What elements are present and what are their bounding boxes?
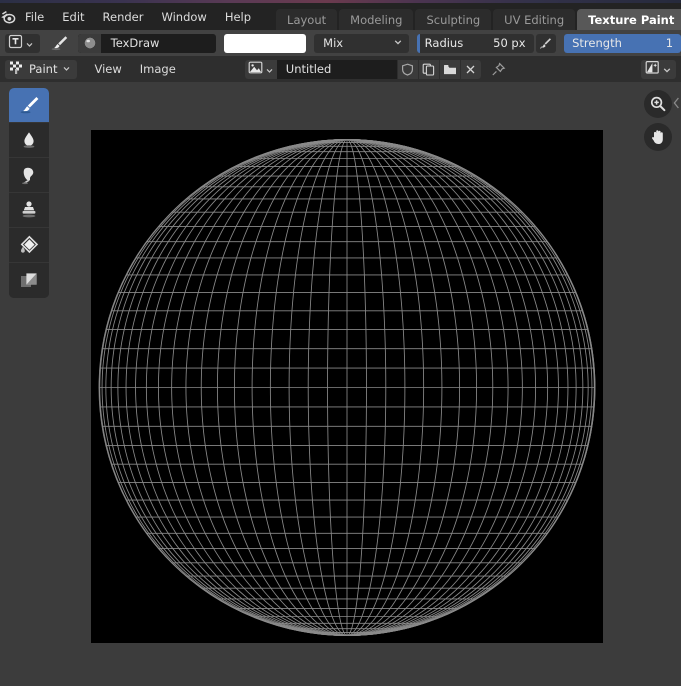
menu-render-label: Render — [102, 9, 144, 24]
workspace-tab-texture-paint-label: Texture Paint — [588, 12, 675, 27]
strength-value: 1 — [665, 36, 674, 50]
image-paint-canvas[interactable] — [91, 130, 603, 643]
paint-toolbar — [9, 88, 49, 298]
tool-soften[interactable] — [9, 123, 49, 158]
smear-icon — [22, 167, 34, 185]
radius-pressure-toggle[interactable] — [535, 33, 557, 53]
tool-mask[interactable] — [9, 263, 49, 298]
brush-color-swatch[interactable] — [223, 33, 307, 53]
menu-window[interactable]: Window — [152, 3, 215, 30]
folder-open-icon — [443, 64, 456, 74]
menu-image[interactable]: Image — [131, 60, 185, 79]
hand-icon — [652, 130, 663, 144]
droplet-icon — [23, 132, 35, 148]
radius-value: 50 px — [493, 36, 526, 50]
image-datablock: Untitled — [244, 59, 481, 79]
tool-clone[interactable] — [9, 193, 49, 228]
menu-image-label: Image — [139, 62, 176, 76]
chevron-down-icon — [265, 60, 274, 79]
display-channels-icon — [645, 60, 660, 79]
browse-image-icon — [248, 60, 263, 79]
menu-file-label: File — [25, 9, 45, 24]
strength-label: Strength — [572, 36, 622, 50]
tool-draw[interactable] — [9, 88, 49, 123]
menu-edit-label: Edit — [62, 9, 85, 24]
mask-icon — [21, 272, 37, 287]
chevron-down-icon — [62, 62, 71, 76]
radius-label: Radius — [424, 36, 464, 50]
paint-mode-label: Paint — [29, 62, 58, 76]
zoom-gizmo[interactable] — [644, 90, 672, 118]
workspace-tab-modeling-label: Modeling — [350, 12, 403, 27]
new-image-button[interactable] — [417, 59, 439, 79]
blend-mode-value: Mix — [323, 36, 344, 50]
brush-datablock[interactable]: TexDraw — [78, 33, 216, 53]
browse-image-button[interactable] — [244, 59, 277, 79]
chevron-down-icon — [662, 60, 672, 79]
tool-settings-bar: TexDraw Mix Radius 50 px Strength 1 — [0, 30, 681, 56]
image-editor-header: Paint View Image Untitled — [0, 56, 681, 82]
image-name-field[interactable]: Untitled — [276, 59, 397, 79]
tool-fill[interactable] — [9, 228, 49, 263]
top-bar: File Edit Render Window Help Layout Mode… — [0, 3, 681, 30]
viewport-gizmos — [644, 90, 672, 151]
chevron-down-icon — [393, 36, 403, 50]
workspace-tab-uv-editing[interactable]: UV Editing — [493, 9, 576, 30]
workspace-tab-sculpting[interactable]: Sculpting — [415, 9, 492, 30]
pressure-sensitivity-icon — [539, 38, 551, 49]
image-editor-main — [0, 82, 681, 686]
brush-name-field[interactable]: TexDraw — [101, 34, 216, 53]
paint-brush-icon — [20, 97, 39, 114]
menu-view[interactable]: View — [85, 60, 130, 79]
blend-mode-dropdown[interactable]: Mix — [314, 33, 409, 53]
chevron-down-icon — [25, 34, 34, 53]
workspace-tab-layout-label: Layout — [287, 12, 327, 27]
menu-file[interactable]: File — [16, 3, 53, 30]
magnifier-plus-icon — [650, 96, 666, 112]
pin-image-button[interactable] — [487, 60, 511, 79]
open-image-button[interactable] — [438, 59, 460, 79]
workspace-tab-layout[interactable]: Layout — [276, 9, 338, 30]
stamp-icon — [22, 201, 36, 218]
unlink-image-button[interactable] — [459, 59, 481, 79]
menu-help-label: Help — [224, 9, 252, 24]
workspace-tab-texture-paint[interactable]: Texture Paint — [577, 9, 681, 30]
workspace-tab-uv-editing-label: UV Editing — [504, 12, 565, 27]
fake-user-button[interactable] — [396, 59, 418, 79]
editor-type-selector[interactable] — [5, 33, 40, 53]
tool-smear[interactable] — [9, 158, 49, 193]
menu-view-label: View — [94, 62, 122, 76]
workspace-tab-modeling[interactable]: Modeling — [339, 9, 414, 30]
menu-render[interactable]: Render — [94, 3, 153, 30]
menu-window-label: Window — [161, 9, 207, 24]
display-channels-dropdown[interactable] — [641, 59, 676, 79]
menu-help[interactable]: Help — [216, 3, 260, 30]
chevron-left-icon[interactable] — [672, 96, 681, 113]
active-tool-brush-icon[interactable] — [48, 32, 70, 54]
paint-bucket-icon — [20, 235, 39, 254]
radius-slider[interactable]: Radius 50 px — [416, 33, 534, 53]
blender-logo-icon[interactable] — [0, 3, 16, 30]
brush-datablock-icon — [78, 33, 101, 53]
uv-sphere-wireframe — [98, 139, 596, 636]
menu-edit[interactable]: Edit — [53, 3, 93, 30]
duplicate-icon — [422, 63, 435, 76]
editor-type-icon — [8, 34, 23, 53]
workspace-tabs: Layout Modeling Sculpting UV Editing Tex… — [276, 3, 681, 30]
paint-checker-icon — [9, 60, 24, 78]
close-x-icon — [466, 65, 475, 73]
pin-icon — [492, 61, 506, 75]
paint-mode-selector[interactable]: Paint — [5, 59, 78, 79]
workspace-tab-sculpting-label: Sculpting — [426, 12, 481, 27]
strength-slider[interactable]: Strength 1 — [564, 33, 681, 53]
pan-gizmo[interactable] — [644, 123, 672, 151]
shield-fake-user-icon — [402, 63, 414, 76]
